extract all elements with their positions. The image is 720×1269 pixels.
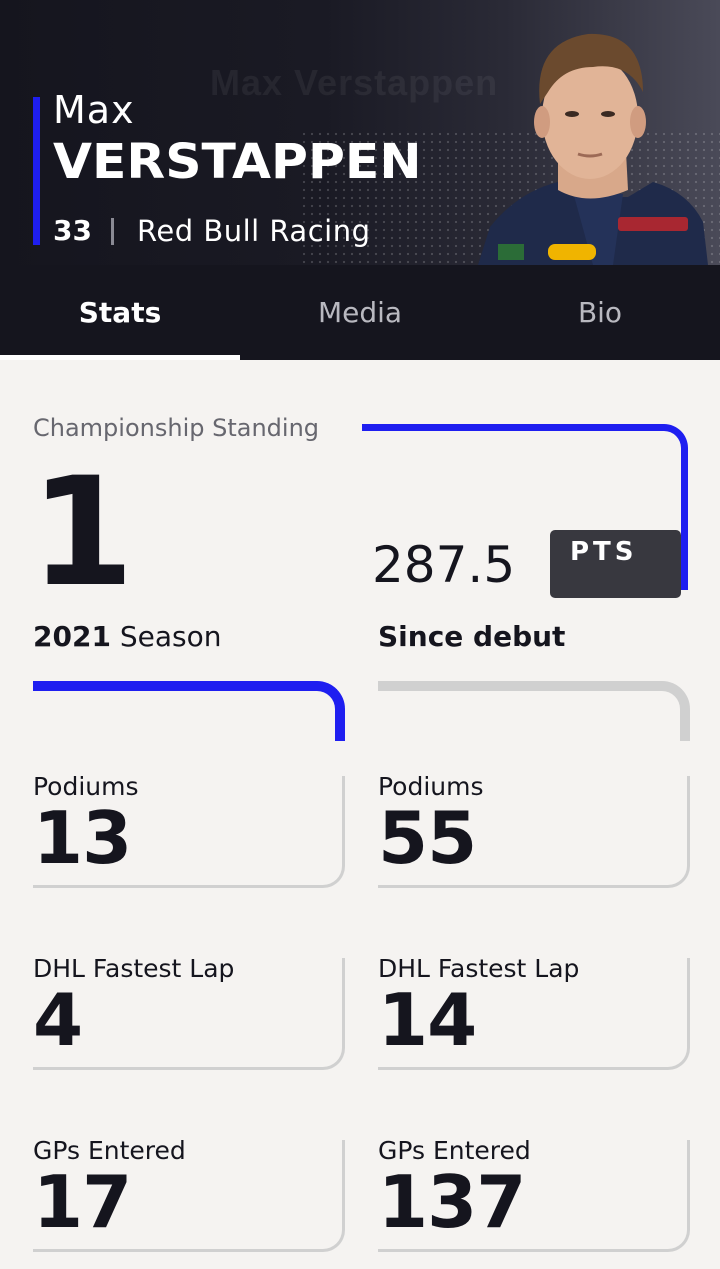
tab-stats[interactable]: Stats	[0, 265, 240, 360]
season-word: Season	[110, 620, 222, 653]
championship-standing-label: Championship Standing	[33, 414, 320, 442]
driver-last-name: VERSTAPPEN	[53, 134, 422, 190]
ghost-name: Max Verstappen	[210, 62, 499, 103]
stat-value: 14	[378, 978, 477, 1062]
driver-portrait	[478, 33, 708, 265]
career-podiums-card: Podiums 55	[378, 772, 690, 888]
header-accent-bar	[33, 97, 40, 245]
season-fastest-lap-card: DHL Fastest Lap 4	[33, 954, 345, 1070]
season-podiums-card: Podiums 13	[33, 772, 345, 888]
tab-bio[interactable]: Bio	[480, 265, 720, 360]
tab-bar: Stats Media Bio	[0, 265, 720, 360]
season-title: 2021 Season	[33, 620, 221, 653]
season-year: 2021	[33, 620, 111, 653]
driver-first-name: Max	[53, 88, 135, 132]
stat-value: 137	[378, 1160, 526, 1244]
championship-position: 1	[30, 446, 135, 620]
driver-team: Red Bull Racing	[137, 214, 371, 248]
season-frame	[33, 681, 345, 741]
tab-media[interactable]: Media	[240, 265, 480, 360]
career-title: Since debut	[378, 620, 566, 653]
season-gps-entered-card: GPs Entered 17	[33, 1136, 345, 1252]
stat-value: 13	[33, 796, 132, 880]
career-fastest-lap-card: DHL Fastest Lap 14	[378, 954, 690, 1070]
stat-value: 55	[378, 796, 477, 880]
career-frame	[378, 681, 690, 741]
stat-value: 4	[33, 978, 83, 1062]
driver-number: 33	[53, 214, 92, 247]
career-gps-entered-card: GPs Entered 137	[378, 1136, 690, 1252]
driver-header: Max Verstappen Max VERSTAPPEN 33 Red Bul…	[0, 0, 720, 265]
championship-points: 287.5	[372, 536, 516, 594]
stat-value: 17	[33, 1160, 132, 1244]
points-unit: PTS	[570, 537, 638, 567]
header-separator	[111, 218, 114, 245]
points-unit-badge: PTS	[550, 530, 681, 598]
